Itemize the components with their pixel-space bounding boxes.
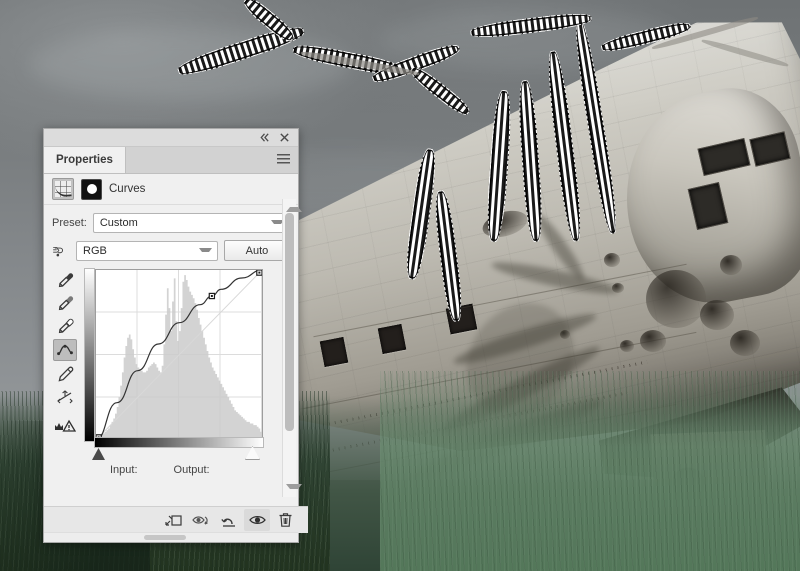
- draw-curve-pencil-tool[interactable]: [54, 364, 76, 384]
- tab-properties-label: Properties: [56, 154, 113, 166]
- fuselage-window: [377, 323, 407, 355]
- fuselage-damage: [646, 270, 706, 328]
- edit-points-tool[interactable]: [53, 339, 77, 361]
- clip-to-layer-icon: [164, 514, 182, 526]
- fuselage-damage: [620, 340, 634, 352]
- curve-points-icon: [57, 344, 73, 356]
- toggle-layer-visibility-button[interactable]: [244, 509, 270, 531]
- curve-plot: [96, 270, 262, 440]
- double-chevron-collapse-icon[interactable]: [259, 132, 270, 143]
- auto-button-label: Auto: [245, 244, 269, 257]
- panel-body: Preset: Custom RGB Auto Input: Output:: [44, 205, 298, 476]
- reset-arrow-icon: [220, 518, 235, 527]
- clipping-warning[interactable]: [54, 416, 76, 436]
- eyedropper-gray-icon: [58, 295, 73, 310]
- preset-select[interactable]: Custom: [92, 213, 290, 233]
- sample-gray-point-eyedropper[interactable]: [54, 293, 76, 313]
- curve-editor: [52, 268, 290, 460]
- eyedropper-black-icon: [58, 272, 73, 287]
- eyedropper-white-icon: [58, 318, 74, 333]
- fuselage-damage: [604, 253, 620, 267]
- channel-value: RGB: [83, 244, 107, 257]
- smooth-curve-values[interactable]: [54, 387, 76, 407]
- input-label: Input:: [110, 464, 138, 476]
- hscrollbar-thumb[interactable]: [144, 535, 186, 540]
- preset-label: Preset:: [52, 217, 87, 229]
- view-previous-state-button[interactable]: [188, 509, 214, 531]
- delete-adjustment-layer-button[interactable]: [272, 509, 298, 531]
- fuselage-damage: [720, 255, 742, 275]
- fuselage-damage: [730, 330, 760, 356]
- panel-titlebar[interactable]: [44, 129, 298, 147]
- auto-button[interactable]: Auto: [224, 240, 290, 261]
- input-gradient-ramp: [94, 437, 264, 448]
- channel-row: RGB Auto: [52, 240, 290, 261]
- chevron-down-icon: [199, 247, 212, 256]
- panel-vertical-scrollbar[interactable]: [282, 199, 302, 497]
- targeted-adjustment-tool-icon[interactable]: [52, 241, 66, 261]
- clipping-warning-icon: [55, 419, 76, 432]
- tab-properties[interactable]: Properties: [44, 147, 126, 173]
- eye-icon: [248, 515, 266, 525]
- scrollbar-thumb[interactable]: [285, 213, 294, 431]
- grass-right: [380, 371, 800, 571]
- panel-footer: [44, 506, 308, 533]
- panel-tabstrip[interactable]: Properties: [44, 147, 298, 174]
- smooth-curve-icon: [57, 390, 73, 404]
- scroll-up-arrow-icon[interactable]: [286, 202, 302, 212]
- close-icon[interactable]: [279, 132, 290, 143]
- pencil-icon: [58, 366, 73, 382]
- fuselage-window: [319, 336, 349, 368]
- curve-graph[interactable]: [84, 268, 264, 460]
- panel-horizontal-scrollbar[interactable]: [44, 532, 298, 542]
- scroll-down-arrow-icon[interactable]: [286, 484, 302, 494]
- fuselage-damage: [700, 300, 734, 330]
- properties-panel[interactable]: Properties Curves Preset: Custom RGB Aut…: [43, 128, 308, 543]
- sample-black-point-eyedropper[interactable]: [54, 270, 76, 290]
- clip-to-layer-button[interactable]: [160, 509, 186, 531]
- curves-adjustment-icon[interactable]: [52, 178, 74, 200]
- preset-value: Custom: [99, 217, 138, 229]
- curve-tool-column: [52, 268, 78, 448]
- channel-select[interactable]: RGB: [76, 240, 218, 261]
- curve-grid[interactable]: [95, 269, 263, 441]
- layer-mask-thumbnail-icon[interactable]: [81, 178, 102, 200]
- eye-previous-state-icon: [191, 516, 208, 525]
- adjustment-name: Curves: [109, 183, 146, 195]
- reset-adjustment-button[interactable]: [216, 509, 242, 531]
- output-gradient-ramp: [84, 268, 95, 442]
- preset-row: Preset: Custom: [52, 213, 290, 233]
- sample-white-point-eyedropper[interactable]: [54, 316, 76, 336]
- output-label: Output:: [173, 464, 210, 476]
- adjustment-header: Curves: [44, 174, 298, 205]
- fuselage-damage: [640, 330, 666, 352]
- trash-icon: [279, 513, 291, 527]
- panel-menu-icon[interactable]: [277, 154, 290, 165]
